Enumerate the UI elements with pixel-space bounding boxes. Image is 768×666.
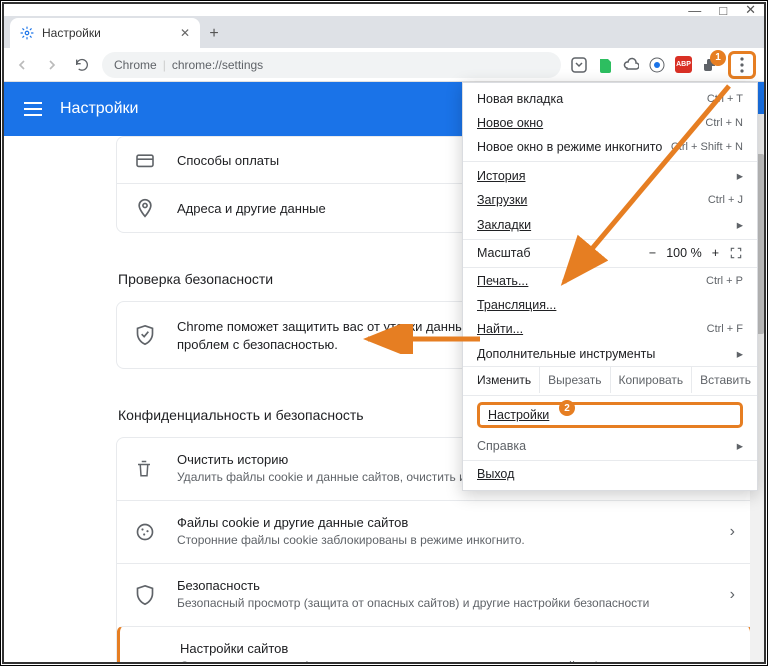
chevron-right-icon: ▸ [737,168,743,183]
chevron-right-icon: ▸ [737,438,743,453]
row-cookies[interactable]: Файлы cookie и другие данные сайтов Сторо… [117,500,753,563]
row-security[interactable]: Безопасность Безопасный просмотр (защита … [117,563,753,626]
card-icon [135,152,155,168]
sublabel: Определяет, какую информацию могут испол… [180,658,705,662]
evernote-icon[interactable] [597,57,613,73]
toolbar: Chrome | chrome://settings ABP 1 [4,48,764,82]
menu-exit[interactable]: Выход [463,460,757,486]
window-controls: — □ ✕ [4,4,764,16]
close-window-button[interactable]: ✕ [745,2,756,18]
tab-close-button[interactable]: ✕ [180,26,190,40]
menu-more-tools[interactable]: Дополнительные инструменты▸ [463,341,757,366]
menu-find[interactable]: Найти...Ctrl + F [463,317,757,341]
tab-strip: Настройки ✕ + [4,16,764,48]
shield-check-icon [135,324,155,346]
new-tab-button[interactable]: + [200,20,228,48]
page-title: Настройки [60,100,138,118]
cloud-icon[interactable] [623,57,639,73]
url-text: chrome://settings [172,58,263,72]
chrome-icon[interactable] [649,57,665,73]
sublabel: Безопасный просмотр (защита от опасных с… [177,595,708,612]
menu-icon[interactable] [24,102,42,116]
url-separator: | [163,58,166,72]
annotation-badge-1: 1 [710,50,726,66]
pin-icon [135,198,155,218]
menu-paste[interactable]: Вставить [691,367,759,393]
reload-button[interactable] [72,55,92,75]
maximize-button[interactable]: □ [719,3,727,18]
sublabel: Сторонние файлы cookie заблокированы в р… [177,532,708,549]
kebab-menu-button[interactable] [728,51,756,79]
chevron-right-icon: ▸ [737,346,743,361]
settings-gear-icon [20,26,34,40]
menu-copy[interactable]: Копировать [610,367,692,393]
back-button[interactable] [12,55,32,75]
url-scheme: Chrome [114,58,157,72]
minimize-button[interactable]: — [688,3,701,18]
label: Настройки сайтов [180,641,705,656]
menu-help[interactable]: Справка▸ [463,433,757,458]
shield-icon [135,584,155,606]
chevron-right-icon: › [730,523,735,541]
menu-edit-row: Изменить Вырезать Копировать Вставить [463,366,757,393]
annotation-arrow [362,324,482,354]
pocket-icon[interactable] [571,57,587,73]
row-site-settings[interactable]: Настройки сайтов Определяет, какую информ… [117,626,753,662]
menu-edit-label: Изменить [463,367,539,393]
menu-settings[interactable]: Настройки 2 [463,395,757,433]
annotation-arrow [484,84,734,304]
tab-title: Настройки [42,26,101,40]
address-bar[interactable]: Chrome | chrome://settings [102,52,561,78]
annotation-badge-2: 2 [559,400,575,416]
label: Файлы cookie и другие данные сайтов [177,515,708,530]
chevron-right-icon: ▸ [737,217,743,232]
browser-tab[interactable]: Настройки ✕ [10,18,200,48]
extension-area: ABP 1 [571,51,756,79]
menu-cut[interactable]: Вырезать [539,367,609,393]
forward-button[interactable] [42,55,62,75]
trash-icon [135,459,155,479]
chevron-right-icon: › [730,586,735,604]
cookie-icon [135,522,155,542]
label: Безопасность [177,578,708,593]
abp-icon[interactable]: ABP [675,56,692,73]
